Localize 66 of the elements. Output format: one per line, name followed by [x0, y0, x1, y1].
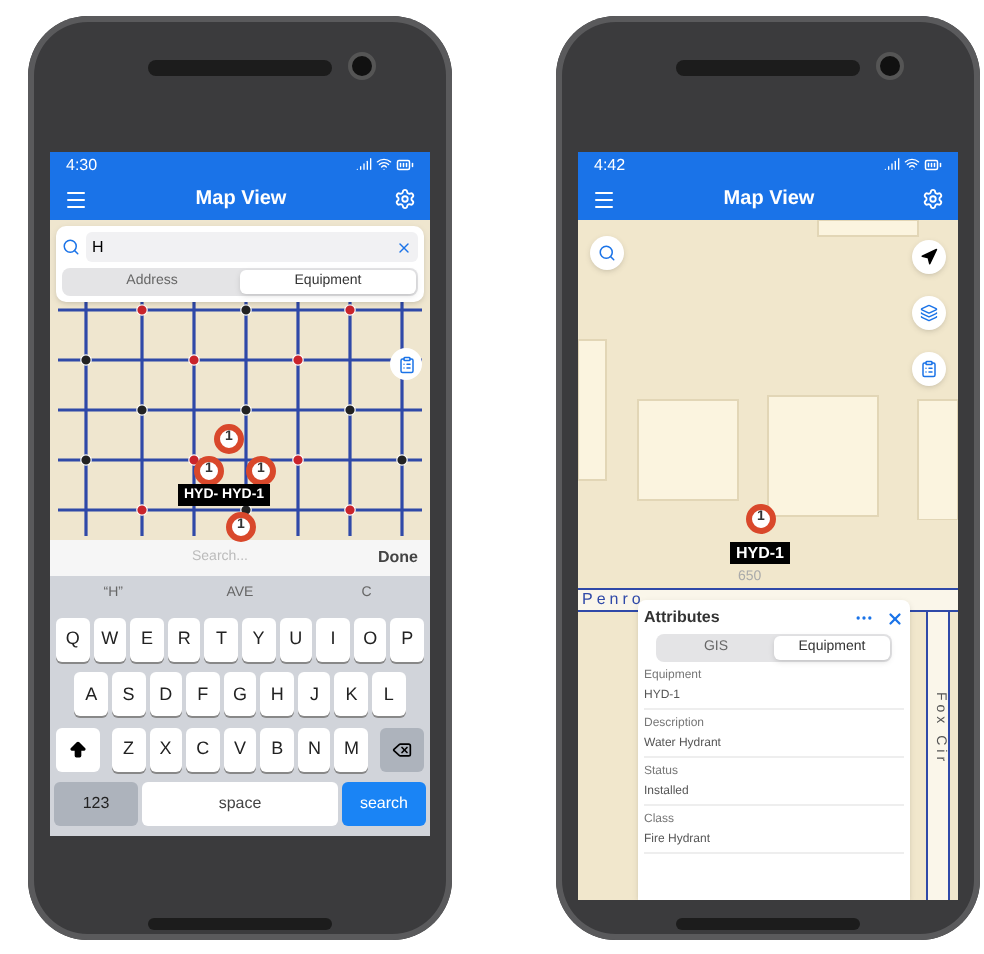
menu-icon[interactable] [64, 187, 88, 211]
header-title: Map View [723, 186, 815, 214]
camera-lens [876, 52, 904, 80]
keyboard-key[interactable]: A [74, 672, 108, 717]
keyboard-key[interactable]: H [260, 672, 294, 717]
backspace-icon [392, 739, 413, 760]
keyboard-key[interactable]: I [316, 617, 350, 662]
keyboard-key[interactable]: R [167, 617, 201, 662]
battery-icon [396, 156, 414, 174]
search-icon [598, 244, 616, 262]
keyboard-key[interactable]: E [130, 617, 164, 662]
keyboard-key[interactable]: V [223, 727, 257, 772]
clear-icon[interactable] [396, 239, 412, 255]
keyboard-key[interactable]: O [353, 617, 387, 662]
search-button[interactable] [590, 236, 624, 270]
signal-icon [356, 156, 372, 172]
keyboard-key[interactable]: D [149, 672, 183, 717]
layers-icon [920, 304, 938, 322]
space-key[interactable]: space [142, 782, 338, 827]
keyboard-key[interactable]: T [204, 617, 238, 662]
marker-label: HYD-1 [730, 542, 791, 564]
street-name: Penro [582, 588, 645, 610]
numbers-key[interactable]: 123 [54, 782, 138, 827]
keyboard-key[interactable]: S [111, 672, 146, 717]
panel-title: Attributes [644, 606, 720, 630]
clipboard-icon [397, 355, 415, 373]
shift-arrow-icon [67, 739, 88, 760]
navigation-arrow-icon [920, 248, 938, 266]
keyboard-key[interactable]: M [334, 727, 369, 772]
search-field[interactable]: H [86, 232, 418, 262]
keyboard-key[interactable]: G [223, 672, 257, 717]
keyboard-key[interactable]: Z [111, 727, 146, 772]
keyboard-key[interactable]: W [93, 617, 127, 662]
clipboard-icon [920, 360, 938, 378]
keyboard-key[interactable]: L [372, 672, 406, 717]
search-icon [62, 238, 80, 256]
keyboard-key[interactable]: N [297, 727, 331, 772]
wifi-icon [904, 156, 920, 172]
header-title: Map View [195, 186, 287, 214]
settings-icon[interactable] [921, 188, 944, 210]
status-time: 4:30 [66, 157, 98, 173]
clipboard-button[interactable] [912, 352, 946, 386]
keyboard-key[interactable]: B [260, 727, 294, 772]
keyboard-key[interactable]: Y [242, 617, 276, 662]
done-button[interactable]: Done [378, 546, 418, 570]
keyboard-key[interactable]: K [334, 672, 369, 717]
keyboard-key[interactable]: Q [56, 617, 90, 662]
status-time: 4:42 [594, 157, 626, 173]
close-icon[interactable] [886, 609, 904, 627]
camera-lens [348, 52, 376, 80]
shift-key[interactable] [55, 727, 100, 772]
menu-icon[interactable] [592, 187, 616, 211]
battery-icon [924, 156, 942, 174]
layers-button[interactable] [912, 296, 946, 330]
keyboard-key[interactable]: U [279, 617, 313, 662]
wifi-icon [376, 156, 392, 172]
keyboard-key[interactable]: F [186, 672, 220, 717]
keyboard-key[interactable]: P [390, 617, 424, 662]
keyboard-key[interactable]: X [149, 727, 183, 772]
search-key[interactable]: search [342, 782, 426, 827]
keyboard-key[interactable]: C [186, 727, 220, 772]
keyboard-key[interactable]: J [297, 672, 331, 717]
delete-key[interactable] [380, 727, 425, 772]
signal-icon [884, 156, 900, 172]
settings-icon[interactable] [393, 188, 416, 210]
navigation-button[interactable] [912, 240, 946, 274]
